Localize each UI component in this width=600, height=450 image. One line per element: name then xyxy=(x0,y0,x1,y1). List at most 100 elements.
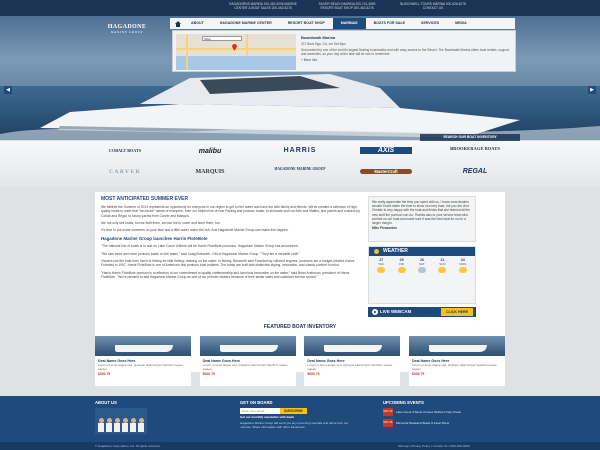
inventory-card[interactable]: Deal Name Goes Here Lorem ut amet augue … xyxy=(408,336,505,386)
brand-logo-cobalt[interactable]: COBALT BOATS xyxy=(95,148,155,153)
footer-events-title: UPCOMING EVENTS xyxy=(383,400,424,405)
article-paragraph: It's time to put some summers on your fa… xyxy=(101,228,289,233)
footer-newsletter: GET ON BOARD Enter Your Email SUBSCRIBE … xyxy=(240,400,360,429)
hero-prev-arrow[interactable]: ◀ xyxy=(4,86,12,94)
sun-icon xyxy=(458,267,467,273)
boat-photo xyxy=(95,336,191,356)
home-nav-item[interactable] xyxy=(173,18,183,29)
map-road xyxy=(186,34,188,70)
deal-name: Deal Name Goes Here xyxy=(307,359,345,363)
forecast-day: 34 MON xyxy=(454,258,472,274)
footer-bottom-bar: © Hagadone Corporation, Inc. All rights … xyxy=(0,442,600,450)
forecast-day: 25 FRI xyxy=(393,258,411,274)
deal-name: Deal Name Goes Here xyxy=(202,359,241,363)
marina-map-dropdown: Shop Boardwalk Marina 371 Boat Sign, Cd.… xyxy=(172,30,516,72)
marina-description: Surrounded by one of the world's largest… xyxy=(301,48,510,56)
article-paragraph: We not only sell boats, but we built the… xyxy=(101,220,221,225)
site-logo[interactable]: HAGADONE MARINE GROUP xyxy=(92,24,162,42)
forecast-day-name: SUN xyxy=(439,262,446,266)
brand-logo-malibu[interactable]: malibu xyxy=(180,148,240,155)
boat-photo xyxy=(199,336,296,356)
sun-icon xyxy=(438,267,447,273)
footer-links[interactable]: Sitemap | Privacy Policy | Contact Us 1-… xyxy=(398,442,470,450)
map-pin-icon[interactable] xyxy=(232,44,237,51)
inventory-card[interactable]: Deal Name Goes Here Lorem ut amet augue … xyxy=(199,336,296,386)
nav-item-about[interactable]: ABOUT xyxy=(183,18,212,29)
webcam-click-button[interactable]: CLICK HERE xyxy=(441,308,473,316)
nav-item-marinas[interactable]: MARINAS xyxy=(332,18,366,29)
team-member xyxy=(98,418,104,432)
contact-info-1: HAGADORNS MARINA 200-462-5206 MARINE CEN… xyxy=(229,2,297,10)
team-member xyxy=(130,418,136,432)
team-member xyxy=(122,418,128,432)
testimonial-author: Mike Pleasanton xyxy=(372,226,397,231)
sidebar: We really appreciate the time you spent … xyxy=(368,196,476,317)
marina-address: 371 Boat Sign, Cd. ver Del Alps xyxy=(301,42,346,46)
contact-info-3: BUSCHWELL TOURS MARINA 200-526-6278 CONT… xyxy=(400,2,466,10)
nav-item-media[interactable]: MEDIA xyxy=(447,18,475,29)
weather-title: WEATHER xyxy=(383,248,408,254)
deal-price: $000.75 xyxy=(98,372,111,377)
deal-price: $000.75 xyxy=(202,372,215,377)
copyright-text: © Hagadone Corporation, Inc. All rights … xyxy=(95,444,161,448)
team-member xyxy=(138,418,144,432)
brand-logo-marquis[interactable]: MARQUIS xyxy=(180,169,240,175)
newsletter-description: Hagadone Marine Group will send you any … xyxy=(240,420,349,429)
cloud-icon xyxy=(417,267,426,273)
testimonial-text: We really appreciate the time you spent … xyxy=(372,200,470,226)
footer-about-title: ABOUT US xyxy=(95,400,117,405)
deal-price: $000.75 xyxy=(307,372,320,377)
site-footer: ABOUT US GET ON BOARD Enter Your Email S… xyxy=(0,396,600,450)
home-icon xyxy=(175,20,181,27)
brand-logo-harris[interactable]: HARRIS xyxy=(270,147,330,154)
live-webcam-banner[interactable]: LIVE WEBCAM CLICK HERE xyxy=(368,307,476,317)
brand-logo-regal[interactable]: REGAL xyxy=(440,168,510,175)
inventory-card[interactable]: Deal Name Goes Here Lorem ut amet augue … xyxy=(95,336,191,386)
hero-next-arrow[interactable]: ▶ xyxy=(588,86,596,94)
top-contact-bar: HAGADORNS MARINA 200-462-5206 MARINE CEN… xyxy=(0,0,600,16)
nav-item-boats-for-sale[interactable]: BOATS FOR SALE xyxy=(366,18,413,29)
footer-about: ABOUT US xyxy=(95,400,195,434)
map-road xyxy=(246,34,248,56)
brand-logo-brokerage[interactable]: BROOKERAGE BOATS xyxy=(440,146,510,151)
marina-map[interactable]: Shop xyxy=(176,34,296,70)
brand-logo-carver[interactable]: CARVER xyxy=(95,169,155,175)
boat-photo xyxy=(304,336,401,356)
newsletter-email-input[interactable]: Enter Your Email xyxy=(240,408,280,414)
weather-widget: WEATHER 27 THU 25 FRI 26 SAT 31 SUN 34 M… xyxy=(368,246,476,304)
deal-description: Lorem ut amet augue sed. Quisque ullamco… xyxy=(307,363,393,371)
play-icon xyxy=(372,309,378,315)
brand-logo-axis[interactable]: AXIS xyxy=(360,147,412,154)
search-inventory-button[interactable]: SEARCH OUR BOAT INVENTORY xyxy=(420,134,520,141)
event-item[interactable]: MAY 26 Memorial Weekend Boats N Float Sh… xyxy=(383,419,508,427)
team-photo xyxy=(95,408,147,434)
nav-item-resort-boat-shop[interactable]: RESORT BOAT SHOP xyxy=(280,18,333,29)
inventory-card[interactable]: Deal Name Goes Here Lorem ut amet augue … xyxy=(304,336,401,386)
footer-events: UPCOMING EVENTS MAY 24 Lake Coeur d'Alen… xyxy=(383,400,508,427)
forecast-day-name: SAT xyxy=(419,262,425,266)
forecast-day-name: MON xyxy=(459,262,467,266)
article-paragraph: "Harris Harris FloteBote pontoon is a re… xyxy=(101,270,350,279)
subscribe-button[interactable]: SUBSCRIBE xyxy=(280,408,307,414)
nav-item-marine-center[interactable]: HAGADONE MARINE CENTER xyxy=(212,18,280,29)
newsletter-text: Get our monthly newsletter with deals xyxy=(240,415,295,419)
brand-logo-hagadone[interactable]: HAGADONE MARINE GROUP xyxy=(270,167,330,171)
contact-info-2: SILVER BEACH MARINA 200-741-3655 RESORT … xyxy=(318,2,376,10)
deal-price: $000.75 xyxy=(411,372,425,377)
event-title: Lake Coeur d'Alene Cruises Mother's Day … xyxy=(396,410,462,414)
article-heading: MOST ANTICIPATED SUMMER EVER xyxy=(101,196,189,202)
nav-item-services[interactable]: SERVICES xyxy=(413,18,447,29)
more-info-link[interactable]: + More Info xyxy=(301,58,513,62)
forecast-day: 27 THU xyxy=(372,258,390,274)
featured-inventory-cards: Deal Name Goes Here Lorem ut amet augue … xyxy=(95,336,505,386)
event-item[interactable]: MAY 24 Lake Coeur d'Alene Cruises Mother… xyxy=(383,408,508,416)
newsletter-form: Enter Your Email SUBSCRIBE xyxy=(240,408,360,414)
forecast-day-name: FRI xyxy=(399,262,404,266)
map-search-input[interactable]: Shop xyxy=(202,36,242,41)
marina-info: Boardwalk Marina 371 Boat Sign, Cd. ver … xyxy=(301,35,513,62)
brand-logo-mastercraft[interactable]: MasterCraft xyxy=(360,169,412,174)
main-nav: ABOUT HAGADONE MARINE CENTER RESORT BOAT… xyxy=(170,18,515,29)
article-subheading: Hagadone Marine Group launches Harris Fl… xyxy=(101,236,208,242)
forecast-day: 31 SUN xyxy=(433,258,451,274)
deal-name: Deal Name Goes Here xyxy=(98,359,136,363)
